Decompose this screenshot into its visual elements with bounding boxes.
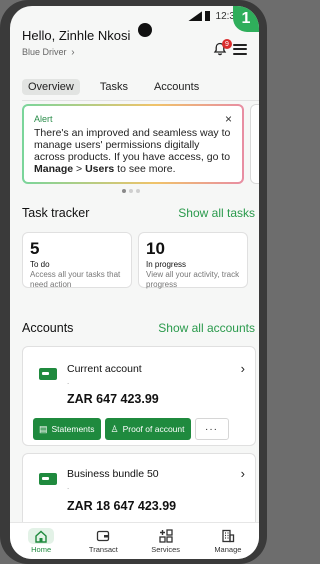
statements-button[interactable]: ▤ Statements — [33, 418, 101, 440]
todo-label: To do — [30, 260, 50, 269]
document-icon: ▤ — [39, 423, 48, 434]
current-account-card[interactable]: Current account . › ZAR 647 423.99 ▤ Sta… — [22, 346, 256, 446]
show-all-accounts-link[interactable]: Show all accounts — [158, 321, 255, 335]
signal-icon — [187, 11, 202, 22]
alert-users-link[interactable]: Users — [85, 163, 114, 175]
person-icon: ♙ — [110, 423, 119, 434]
chevron-right-icon[interactable]: › — [241, 466, 245, 481]
account-name: Current account — [67, 363, 142, 375]
close-icon[interactable]: × — [225, 112, 232, 126]
home-icon — [28, 528, 55, 544]
nav-services[interactable]: Services — [135, 523, 197, 559]
task-tracker-title: Task tracker — [22, 206, 90, 220]
carousel-dot[interactable] — [129, 189, 133, 193]
step-badge: 1 — [233, 6, 259, 32]
tab-tasks[interactable]: Tasks — [94, 79, 134, 95]
hamburger-menu-icon[interactable] — [233, 43, 247, 55]
services-icon — [157, 528, 175, 544]
todo-description: Access all your tasks that need action — [30, 270, 121, 289]
todo-card[interactable]: 5 To do Access all your tasks that need … — [22, 232, 132, 289]
notification-count-badge: 9 — [222, 39, 232, 49]
accounts-title: Accounts — [22, 321, 74, 335]
account-number: . — [67, 482, 70, 491]
nav-transact[interactable]: Transact — [72, 523, 134, 559]
building-icon — [219, 528, 237, 544]
next-alert-card-peek[interactable] — [250, 104, 259, 184]
account-number: . — [67, 377, 70, 386]
carousel-dot-active[interactable] — [122, 189, 126, 193]
carousel-dot[interactable] — [136, 189, 140, 193]
greeting-text: Hello, Zinhle Nkosi — [22, 28, 131, 43]
tab-accounts[interactable]: Accounts — [148, 79, 205, 95]
todo-count: 5 — [30, 239, 40, 258]
account-balance: ZAR 18 647 423.99 — [67, 499, 177, 513]
app-header: Hello, Zinhle Nkosi Blue Driver › 9 — [22, 28, 247, 58]
account-balance: ZAR 647 423.99 — [67, 392, 159, 406]
wallet-icon — [94, 528, 112, 544]
battery-icon — [204, 11, 210, 22]
alert-card: Alert × There's an improved and seamless… — [22, 104, 244, 184]
notification-bell-icon[interactable]: 9 — [213, 39, 232, 56]
status-bar: 12:3 — [187, 11, 235, 22]
account-card-icon — [39, 473, 57, 485]
more-options-button[interactable]: ··· — [194, 418, 229, 440]
in-progress-count: 10 — [146, 239, 165, 258]
alert-title: Alert — [34, 114, 53, 124]
carousel-dots — [122, 189, 140, 193]
account-name: Business bundle 50 — [67, 468, 159, 480]
business-bundle-card[interactable]: Business bundle 50 . › ZAR 18 647 423.99 — [22, 453, 256, 533]
tab-overview[interactable]: Overview — [22, 79, 80, 95]
show-all-tasks-link[interactable]: Show all tasks — [178, 206, 255, 220]
header-actions: 9 — [213, 39, 247, 56]
chevron-right-icon: › — [68, 47, 75, 58]
bottom-navigation: Home Transact Services Manage — [10, 522, 259, 559]
alert-manage-link[interactable]: Manage — [34, 163, 73, 175]
main-tabs: Overview Tasks Accounts — [22, 79, 205, 95]
phone-frame: 1 12:3 Hello, Zinhle Nkosi Blue Driver ›… — [0, 0, 267, 564]
chevron-right-icon[interactable]: › — [241, 361, 245, 376]
in-progress-card[interactable]: 10 In progress View all your activity, t… — [138, 232, 248, 289]
app-screen: 1 12:3 Hello, Zinhle Nkosi Blue Driver ›… — [10, 6, 259, 559]
in-progress-description: View all your activity, track progress — [146, 270, 240, 289]
account-actions: ▤ Statements ♙ Proof of account ··· — [33, 418, 229, 440]
nav-home[interactable]: Home — [10, 523, 72, 559]
nav-manage[interactable]: Manage — [197, 523, 259, 559]
camera-cutout — [138, 23, 152, 37]
tier-label: Blue Driver — [22, 47, 67, 57]
alert-message: There's an improved and seamless way to … — [34, 127, 231, 175]
proof-of-account-button[interactable]: ♙ Proof of account — [104, 418, 191, 440]
tabs-divider — [22, 100, 259, 101]
in-progress-label: In progress — [146, 260, 187, 269]
account-card-icon — [39, 368, 57, 380]
